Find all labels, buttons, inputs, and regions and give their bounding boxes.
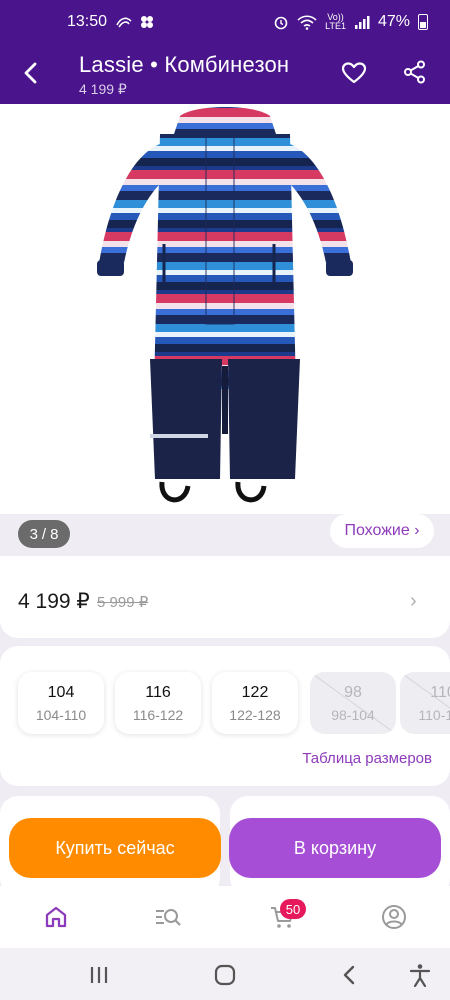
status-system-icons: Vo)) LTE1 47%	[273, 13, 428, 31]
buy-now-button[interactable]: Купить сейчас	[9, 818, 221, 878]
heart-icon[interactable]	[340, 59, 368, 87]
alarm-icon	[274, 16, 288, 30]
size-option[interactable]: 116 116-122	[115, 672, 201, 734]
wifi-icon	[297, 15, 317, 30]
app-header: Lassie • Комбинезон 4 199 ₽	[0, 44, 450, 104]
gallery-current: 3	[29, 525, 38, 543]
accessibility-icon[interactable]	[407, 962, 433, 988]
add-to-cart-button[interactable]: В корзину	[229, 818, 441, 878]
size-label: 122	[241, 684, 269, 701]
size-option[interactable]: 122 122-128	[212, 672, 298, 734]
price-card[interactable]: 4 199 ₽ 5 999 ₽ ›	[0, 556, 450, 638]
header-price: 4 199 ₽	[79, 81, 127, 97]
lte-label: LTE1	[325, 21, 346, 31]
size-selector: 104 104-110 116 116-122 122 122-128 98 9…	[0, 646, 450, 786]
battery-percent: 47%	[377, 13, 410, 30]
size-range: 116-122	[132, 707, 184, 723]
notification-app-icon	[116, 17, 132, 28]
size-range: 122-128	[229, 707, 281, 723]
gallery-total: 8	[50, 525, 59, 543]
status-notification-icons	[115, 14, 155, 30]
signal-icon	[354, 16, 370, 29]
size-range: 110-116	[418, 707, 450, 723]
status-time: 13:50	[67, 13, 108, 30]
size-option[interactable]: 104 104-110	[18, 672, 104, 734]
bottom-tab-bar	[0, 886, 450, 948]
similar-button[interactable]: Похожие ›	[330, 514, 434, 548]
old-price: 5 999 ₽	[97, 594, 149, 611]
size-range: 98-104	[331, 707, 375, 723]
size-label: 116	[145, 684, 171, 701]
catalog-search-icon[interactable]	[154, 903, 182, 931]
gallery-separator: /	[41, 525, 47, 543]
home-nav-icon[interactable]	[212, 962, 238, 988]
recent-apps-icon[interactable]	[86, 962, 112, 988]
share-icon[interactable]	[402, 59, 428, 85]
cart-count-badge: 50	[280, 899, 306, 919]
size-range: 104-110	[35, 707, 87, 723]
current-price: 4 199 ₽	[18, 590, 90, 613]
page-title: Lassie • Комбинезон	[79, 52, 290, 77]
size-label: 110	[430, 684, 450, 701]
snowsuit-illustration	[97, 107, 353, 503]
gallery-counter: 3 / 8	[18, 520, 70, 548]
profile-icon[interactable]	[380, 903, 408, 931]
notification-flower-icon	[141, 16, 154, 28]
size-option-unavailable[interactable]: 110 110-116	[400, 672, 450, 734]
size-label: 98	[344, 684, 362, 701]
size-option-unavailable[interactable]: 98 98-104	[310, 672, 396, 734]
size-table-link[interactable]: Таблица размеров	[302, 750, 432, 767]
status-bar: 13:50 Vo)) LTE1 47%	[0, 0, 450, 44]
chevron-right-icon: ›	[410, 590, 417, 612]
product-image[interactable]	[0, 104, 450, 514]
volte-indicator: Vo)) LTE1	[325, 13, 346, 31]
size-label: 104	[47, 684, 75, 701]
home-icon[interactable]	[42, 903, 70, 931]
back-arrow-icon[interactable]	[16, 58, 46, 88]
system-nav-bar	[0, 948, 450, 1000]
battery-icon	[418, 14, 428, 30]
back-nav-icon[interactable]	[337, 962, 363, 988]
